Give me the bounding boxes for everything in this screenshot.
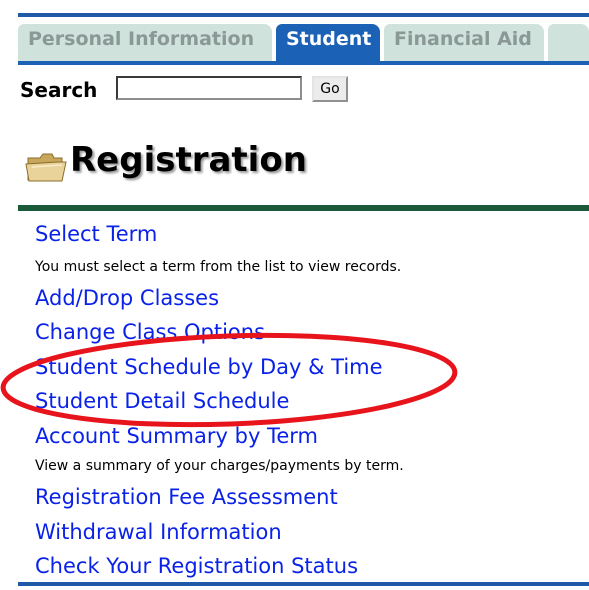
menu-link-withdrawal-information[interactable]: Withdrawal Information [35, 520, 282, 544]
bottom-rule [18, 582, 589, 586]
page-title: Registration [70, 140, 307, 180]
menu-link-student-detail-schedule[interactable]: Student Detail Schedule [35, 389, 289, 413]
top-rule [18, 13, 589, 17]
menu-link-registration-fee-assessment[interactable]: Registration Fee Assessment [35, 485, 338, 509]
folder-icon [25, 153, 67, 182]
menu-description-account-summary: View a summary of your charges/payments … [35, 458, 404, 474]
menu-description-select-term: You must select a term from the list to … [35, 259, 402, 275]
search-label: Search [20, 78, 98, 102]
menu-link-add-drop-classes[interactable]: Add/Drop Classes [35, 286, 219, 310]
tab-student[interactable]: Student [276, 24, 380, 62]
tab-bar: Personal Information Student Financial A… [18, 24, 589, 68]
menu-link-change-class-options[interactable]: Change Class Options [35, 320, 265, 344]
go-button[interactable]: Go [312, 76, 348, 102]
menu-link-student-schedule-by-day-time[interactable]: Student Schedule by Day & Time [35, 355, 383, 379]
menu-link-select-term[interactable]: Select Term [35, 222, 157, 246]
tab-financial-aid[interactable]: Financial Aid [384, 24, 544, 62]
search-input[interactable] [116, 76, 302, 100]
tab-personal-information[interactable]: Personal Information [18, 24, 272, 62]
menu-link-check-registration-status[interactable]: Check Your Registration Status [35, 554, 358, 578]
title-divider [18, 205, 589, 211]
menu-link-account-summary-by-term[interactable]: Account Summary by Term [35, 424, 318, 448]
tab-bar-underline [18, 61, 589, 65]
tab-filler [548, 24, 589, 62]
